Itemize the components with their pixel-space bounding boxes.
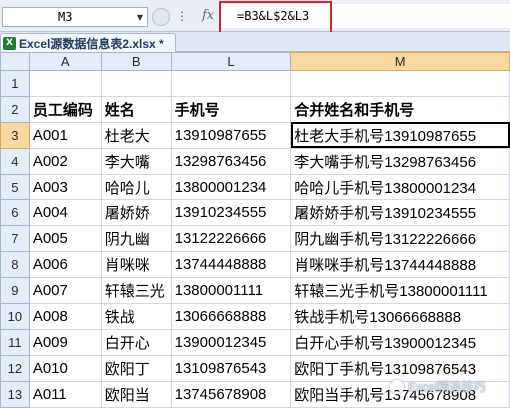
- table-row: 6 A004 屠娇娇 13910234555 屠娇娇手机号13910234555: [0, 199, 510, 227]
- column-header-l[interactable]: L: [170, 52, 292, 71]
- workbook-tab-label: Excel源数据信息表2.xlsx *: [19, 36, 164, 51]
- cell-l[interactable]: 13800001234: [170, 173, 292, 201]
- cell-b[interactable]: 哈哈儿: [100, 173, 172, 201]
- cell-a[interactable]: A003: [28, 173, 102, 201]
- cell-a[interactable]: A001: [28, 121, 102, 149]
- cell-b[interactable]: 肖咪咪: [100, 251, 172, 279]
- row-header[interactable]: 4: [0, 147, 30, 175]
- cell-b[interactable]: 轩辕三光: [100, 277, 172, 305]
- cell-b[interactable]: 欧阳丁: [100, 354, 172, 382]
- column-header-m[interactable]: M: [290, 52, 510, 71]
- table-row: 9 A007 轩辕三光 13800001111 轩辕三光手机号13800001111: [0, 277, 510, 305]
- cell-l[interactable]: 13910234555: [170, 199, 292, 227]
- row-header[interactable]: 13: [0, 380, 30, 408]
- cell-l[interactable]: 13900012345: [170, 328, 292, 356]
- cell-b[interactable]: 李大嘴: [100, 147, 172, 175]
- cell-a[interactable]: A002: [28, 147, 102, 175]
- cell-m[interactable]: 合并姓名和手机号: [290, 95, 510, 123]
- cell-m[interactable]: 屠娇娇手机号13910234555: [290, 199, 510, 227]
- cell-b[interactable]: 欧阳当: [100, 380, 172, 408]
- cell-l[interactable]: 13910987655: [170, 121, 292, 149]
- insert-function-icon[interactable]: fx: [202, 8, 214, 23]
- cell-b[interactable]: 铁战: [100, 303, 172, 330]
- cell-b[interactable]: [100, 70, 172, 97]
- excel-file-icon: X: [3, 36, 16, 50]
- cell-b[interactable]: 白开心: [100, 328, 172, 356]
- table-row: 1: [0, 70, 510, 97]
- cell-l[interactable]: 手机号: [170, 95, 292, 123]
- watermark: Excel精选技巧: [390, 378, 485, 395]
- formula-bar: M3 ▼ ⋮ fx =B3&L$2&L3: [0, 0, 510, 37]
- row-header[interactable]: 5: [0, 173, 30, 201]
- cell-m[interactable]: 阴九幽手机号13122226666: [290, 225, 510, 253]
- cell-a[interactable]: A008: [28, 303, 102, 330]
- row-header[interactable]: 8: [0, 251, 30, 279]
- row-header[interactable]: 10: [0, 303, 30, 330]
- table-row: 5 A003 哈哈儿 13800001234 哈哈儿手机号13800001234: [0, 173, 510, 201]
- cell-b[interactable]: 屠娇娇: [100, 199, 172, 227]
- wechat-logo-icon: [390, 379, 404, 394]
- name-box[interactable]: M3: [2, 7, 148, 27]
- cell-m[interactable]: 白开心手机号13900012345: [290, 328, 510, 356]
- cell-a[interactable]: A011: [28, 380, 102, 408]
- cell-b[interactable]: 阴九幽: [100, 225, 172, 253]
- watermark-text: Excel精选技巧: [408, 380, 486, 394]
- cell-l[interactable]: 13298763456: [170, 147, 292, 175]
- column-header-row: A B L M: [0, 52, 510, 71]
- table-row: 2 员工编码 姓名 手机号 合并姓名和手机号: [0, 95, 510, 123]
- cell-l[interactable]: [170, 70, 292, 97]
- cell-l[interactable]: 13800001111: [170, 277, 292, 305]
- cell-l[interactable]: 13122226666: [170, 225, 292, 253]
- table-row: 8 A006 肖咪咪 13744448888 肖咪咪手机号13744448888: [0, 251, 510, 279]
- chevron-down-icon[interactable]: ▼: [133, 8, 147, 26]
- cell-a[interactable]: A009: [28, 328, 102, 356]
- cell-m[interactable]: [290, 70, 510, 97]
- cell-a[interactable]: A004: [28, 199, 102, 227]
- cell-a[interactable]: A006: [28, 251, 102, 279]
- cell-l[interactable]: 13744448888: [170, 251, 292, 279]
- cell-m[interactable]: 轩辕三光手机号13800001111: [290, 277, 510, 305]
- row-header[interactable]: 11: [0, 328, 30, 356]
- row-header[interactable]: 12: [0, 354, 30, 382]
- cell-m[interactable]: 肖咪咪手机号13744448888: [290, 251, 510, 279]
- cancel-formula-icon[interactable]: [152, 8, 170, 26]
- workbook-tab-row: X Excel源数据信息表2.xlsx *: [0, 32, 510, 52]
- cell-a[interactable]: A007: [28, 277, 102, 305]
- row-header[interactable]: 1: [0, 70, 30, 97]
- cell-b[interactable]: 杜老大: [100, 121, 172, 149]
- cell-a[interactable]: A005: [28, 225, 102, 253]
- table-row: 7 A005 阴九幽 13122226666 阴九幽手机号13122226666: [0, 225, 510, 253]
- cell-a[interactable]: 员工编码: [28, 95, 102, 123]
- cell-b[interactable]: 姓名: [100, 95, 172, 123]
- row-header[interactable]: 9: [0, 277, 30, 305]
- column-header-a[interactable]: A: [28, 52, 102, 71]
- table-row: 11 A009 白开心 13900012345 白开心手机号13900012345: [0, 328, 510, 356]
- table-row: 10 A008 铁战 13066668888 铁战手机号13066668888: [0, 303, 510, 330]
- workbook-tab[interactable]: X Excel源数据信息表2.xlsx *: [0, 33, 176, 52]
- cell-l[interactable]: 13066668888: [170, 303, 292, 330]
- cell-l[interactable]: 13745678908: [170, 380, 292, 408]
- row-header[interactable]: 7: [0, 225, 30, 253]
- spreadsheet-grid: A B L M 1 2 员工编码 姓名 手机号 合并姓名和手机号 3 A001 杜老大 13910…: [0, 52, 510, 408]
- cell-m[interactable]: 铁战手机号13066668888: [290, 303, 510, 330]
- cell-a[interactable]: A010: [28, 354, 102, 382]
- row-header[interactable]: 2: [0, 95, 30, 123]
- cell-m[interactable]: 哈哈儿手机号13800001234: [290, 173, 510, 201]
- cell-l[interactable]: 13109876543: [170, 354, 292, 382]
- cell-a[interactable]: [28, 70, 102, 97]
- select-all-corner[interactable]: [0, 52, 30, 71]
- cell-m[interactable]: 李大嘴手机号13298763456: [290, 147, 510, 175]
- table-row: 3 A001 杜老大 13910987655 杜老大手机号13910987655: [0, 121, 510, 149]
- splitter-dots-icon[interactable]: ⋮: [176, 9, 188, 23]
- column-header-b[interactable]: B: [100, 52, 172, 71]
- active-cell-m3[interactable]: 杜老大手机号13910987655: [290, 121, 510, 149]
- row-header[interactable]: 6: [0, 199, 30, 227]
- table-row: 4 A002 李大嘴 13298763456 李大嘴手机号13298763456: [0, 147, 510, 175]
- row-header[interactable]: 3: [0, 121, 30, 149]
